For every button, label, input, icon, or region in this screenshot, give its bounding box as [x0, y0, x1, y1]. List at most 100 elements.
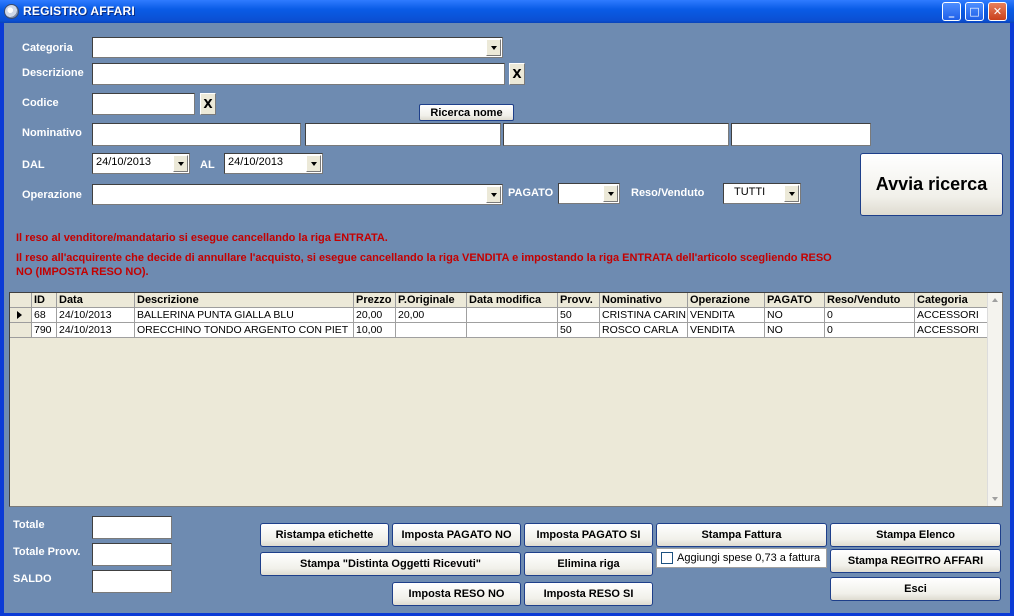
- codice-input[interactable]: [92, 93, 195, 115]
- cell-nominativo[interactable]: CRISTINA CARIN: [600, 308, 688, 323]
- nominativo-input-1[interactable]: [92, 123, 301, 146]
- cell-pagato[interactable]: NO: [765, 308, 825, 323]
- scroll-down-icon[interactable]: [988, 492, 1002, 506]
- nominativo-input-2[interactable]: [305, 123, 501, 146]
- cell-prezzo[interactable]: 20,00: [354, 308, 396, 323]
- dal-date-picker[interactable]: 24/10/2013: [92, 153, 190, 174]
- cell-descrizione[interactable]: ORECCHINO TONDO ARGENTO CON PIET: [135, 323, 354, 338]
- reso-venduto-combo[interactable]: TUTTI: [723, 183, 801, 204]
- col-nominativo[interactable]: Nominativo: [600, 293, 688, 308]
- clear-descrizione-button[interactable]: X: [509, 63, 525, 85]
- app-icon: [4, 4, 19, 19]
- nominativo-input-4[interactable]: [731, 123, 871, 146]
- chevron-down-icon[interactable]: [784, 185, 799, 202]
- col-data[interactable]: Data: [57, 293, 135, 308]
- col-prezzo[interactable]: Prezzo: [354, 293, 396, 308]
- cell-prezzo[interactable]: 10,00: [354, 323, 396, 338]
- affari-table[interactable]: ID Data Descrizione Prezzo P.Originale D…: [9, 292, 1003, 507]
- aggiungi-spese-label[interactable]: Aggiungi spese 0,73 a fattura: [677, 552, 820, 564]
- cell-descrizione[interactable]: BALLERINA PUNTA GIALLA BLU: [135, 308, 354, 323]
- imposta-reso-no-button[interactable]: Imposta RESO NO: [392, 582, 521, 606]
- minimize-button[interactable]: _: [942, 2, 961, 21]
- aggiungi-spese-checkbox-area[interactable]: Aggiungi spese 0,73 a fattura: [656, 548, 827, 568]
- aggiungi-spese-checkbox[interactable]: [661, 552, 673, 564]
- col-p-originale[interactable]: P.Originale: [396, 293, 467, 308]
- saldo-field[interactable]: [92, 570, 172, 593]
- descrizione-label: Descrizione: [22, 67, 84, 79]
- clear-codice-button[interactable]: X: [200, 93, 216, 115]
- imposta-reso-si-button[interactable]: Imposta RESO SI: [524, 582, 653, 606]
- col-provv[interactable]: Provv.: [558, 293, 600, 308]
- pagato-combo[interactable]: [558, 183, 620, 204]
- cell-provv[interactable]: 50: [558, 323, 600, 338]
- cell-reso-venduto[interactable]: 0: [825, 323, 915, 338]
- col-data-modifica[interactable]: Data modifica: [467, 293, 558, 308]
- cell-categoria[interactable]: ACCESSORI: [915, 308, 988, 323]
- totale-provv-field[interactable]: [92, 543, 172, 566]
- table-scrollbar[interactable]: [987, 293, 1002, 506]
- stampa-fattura-button[interactable]: Stampa Fattura: [656, 523, 827, 547]
- chevron-down-icon[interactable]: [173, 155, 188, 172]
- maximize-button[interactable]: □: [965, 2, 984, 21]
- form-body: Categoria Descrizione X Codice X Ricerca…: [4, 23, 1010, 613]
- cell-pagato[interactable]: NO: [765, 323, 825, 338]
- chevron-down-icon[interactable]: [486, 39, 501, 56]
- col-reso-venduto[interactable]: Reso/Venduto: [825, 293, 915, 308]
- col-operazione[interactable]: Operazione: [688, 293, 765, 308]
- categoria-label: Categoria: [22, 42, 73, 54]
- col-descrizione[interactable]: Descrizione: [135, 293, 354, 308]
- totale-label: Totale: [13, 519, 45, 531]
- row-selector[interactable]: [10, 323, 32, 338]
- cell-nominativo[interactable]: ROSCO CARLA: [600, 323, 688, 338]
- cell-p-originale[interactable]: [396, 323, 467, 338]
- stampa-distinta-button[interactable]: Stampa "Distinta Oggetti Ricevuti": [260, 552, 521, 576]
- close-icon: X: [203, 97, 213, 111]
- esci-button[interactable]: Esci: [830, 577, 1001, 601]
- chevron-down-icon[interactable]: [306, 155, 321, 172]
- chevron-down-icon[interactable]: [486, 186, 501, 203]
- note-reso-acquirente: Il reso all'acquirente che decide di ann…: [16, 252, 832, 264]
- imposta-pagato-si-button[interactable]: Imposta PAGATO SI: [524, 523, 653, 547]
- avvia-ricerca-button[interactable]: Avvia ricerca: [860, 153, 1003, 216]
- totale-field[interactable]: [92, 516, 172, 539]
- close-button[interactable]: ✕: [988, 2, 1007, 21]
- cell-data[interactable]: 24/10/2013: [57, 308, 135, 323]
- ricerca-nome-button[interactable]: Ricerca nome: [419, 104, 514, 121]
- al-date-picker[interactable]: 24/10/2013: [224, 153, 323, 174]
- cell-data[interactable]: 24/10/2013: [57, 323, 135, 338]
- chevron-down-icon[interactable]: [603, 185, 618, 202]
- col-categoria[interactable]: Categoria: [915, 293, 988, 308]
- cell-operazione[interactable]: VENDITA: [688, 308, 765, 323]
- totale-provv-label: Totale Provv.: [13, 546, 81, 558]
- nominativo-input-3[interactable]: [503, 123, 729, 146]
- stampa-elenco-button[interactable]: Stampa Elenco: [830, 523, 1001, 547]
- cell-data-modifica[interactable]: [467, 308, 558, 323]
- elimina-riga-button[interactable]: Elimina riga: [524, 552, 653, 576]
- cell-reso-venduto[interactable]: 0: [825, 308, 915, 323]
- table-row[interactable]: 68 24/10/2013 BALLERINA PUNTA GIALLA BLU…: [10, 308, 988, 323]
- cell-categoria[interactable]: ACCESSORI: [915, 323, 988, 338]
- descrizione-input[interactable]: [92, 63, 505, 85]
- al-label: AL: [200, 159, 215, 171]
- ristampa-etichette-button[interactable]: Ristampa etichette: [260, 523, 389, 547]
- col-id[interactable]: ID: [32, 293, 57, 308]
- cell-id[interactable]: 68: [32, 308, 57, 323]
- cell-p-originale[interactable]: 20,00: [396, 308, 467, 323]
- title-bar[interactable]: REGISTRO AFFARI _ □ ✕: [0, 0, 1014, 23]
- cell-provv[interactable]: 50: [558, 308, 600, 323]
- categoria-combo[interactable]: [92, 37, 503, 58]
- cell-data-modifica[interactable]: [467, 323, 558, 338]
- col-pagato[interactable]: PAGATO: [765, 293, 825, 308]
- cell-operazione[interactable]: VENDITA: [688, 323, 765, 338]
- imposta-pagato-no-button[interactable]: Imposta PAGATO NO: [392, 523, 521, 547]
- note-reso-acquirente-cont: NO (IMPOSTA RESO NO).: [16, 266, 149, 278]
- scroll-up-icon[interactable]: [988, 293, 1002, 307]
- minimize-icon: _: [948, 5, 955, 18]
- stampa-registro-button[interactable]: Stampa REGITRO AFFARI: [830, 549, 1001, 573]
- close-icon: X: [512, 67, 522, 81]
- table-row[interactable]: 790 24/10/2013 ORECCHINO TONDO ARGENTO C…: [10, 323, 988, 338]
- current-row-icon[interactable]: [10, 308, 32, 323]
- operazione-combo[interactable]: [92, 184, 503, 205]
- cell-id[interactable]: 790: [32, 323, 57, 338]
- note-reso-venditore: Il reso al venditore/mandatario si esegu…: [16, 232, 388, 244]
